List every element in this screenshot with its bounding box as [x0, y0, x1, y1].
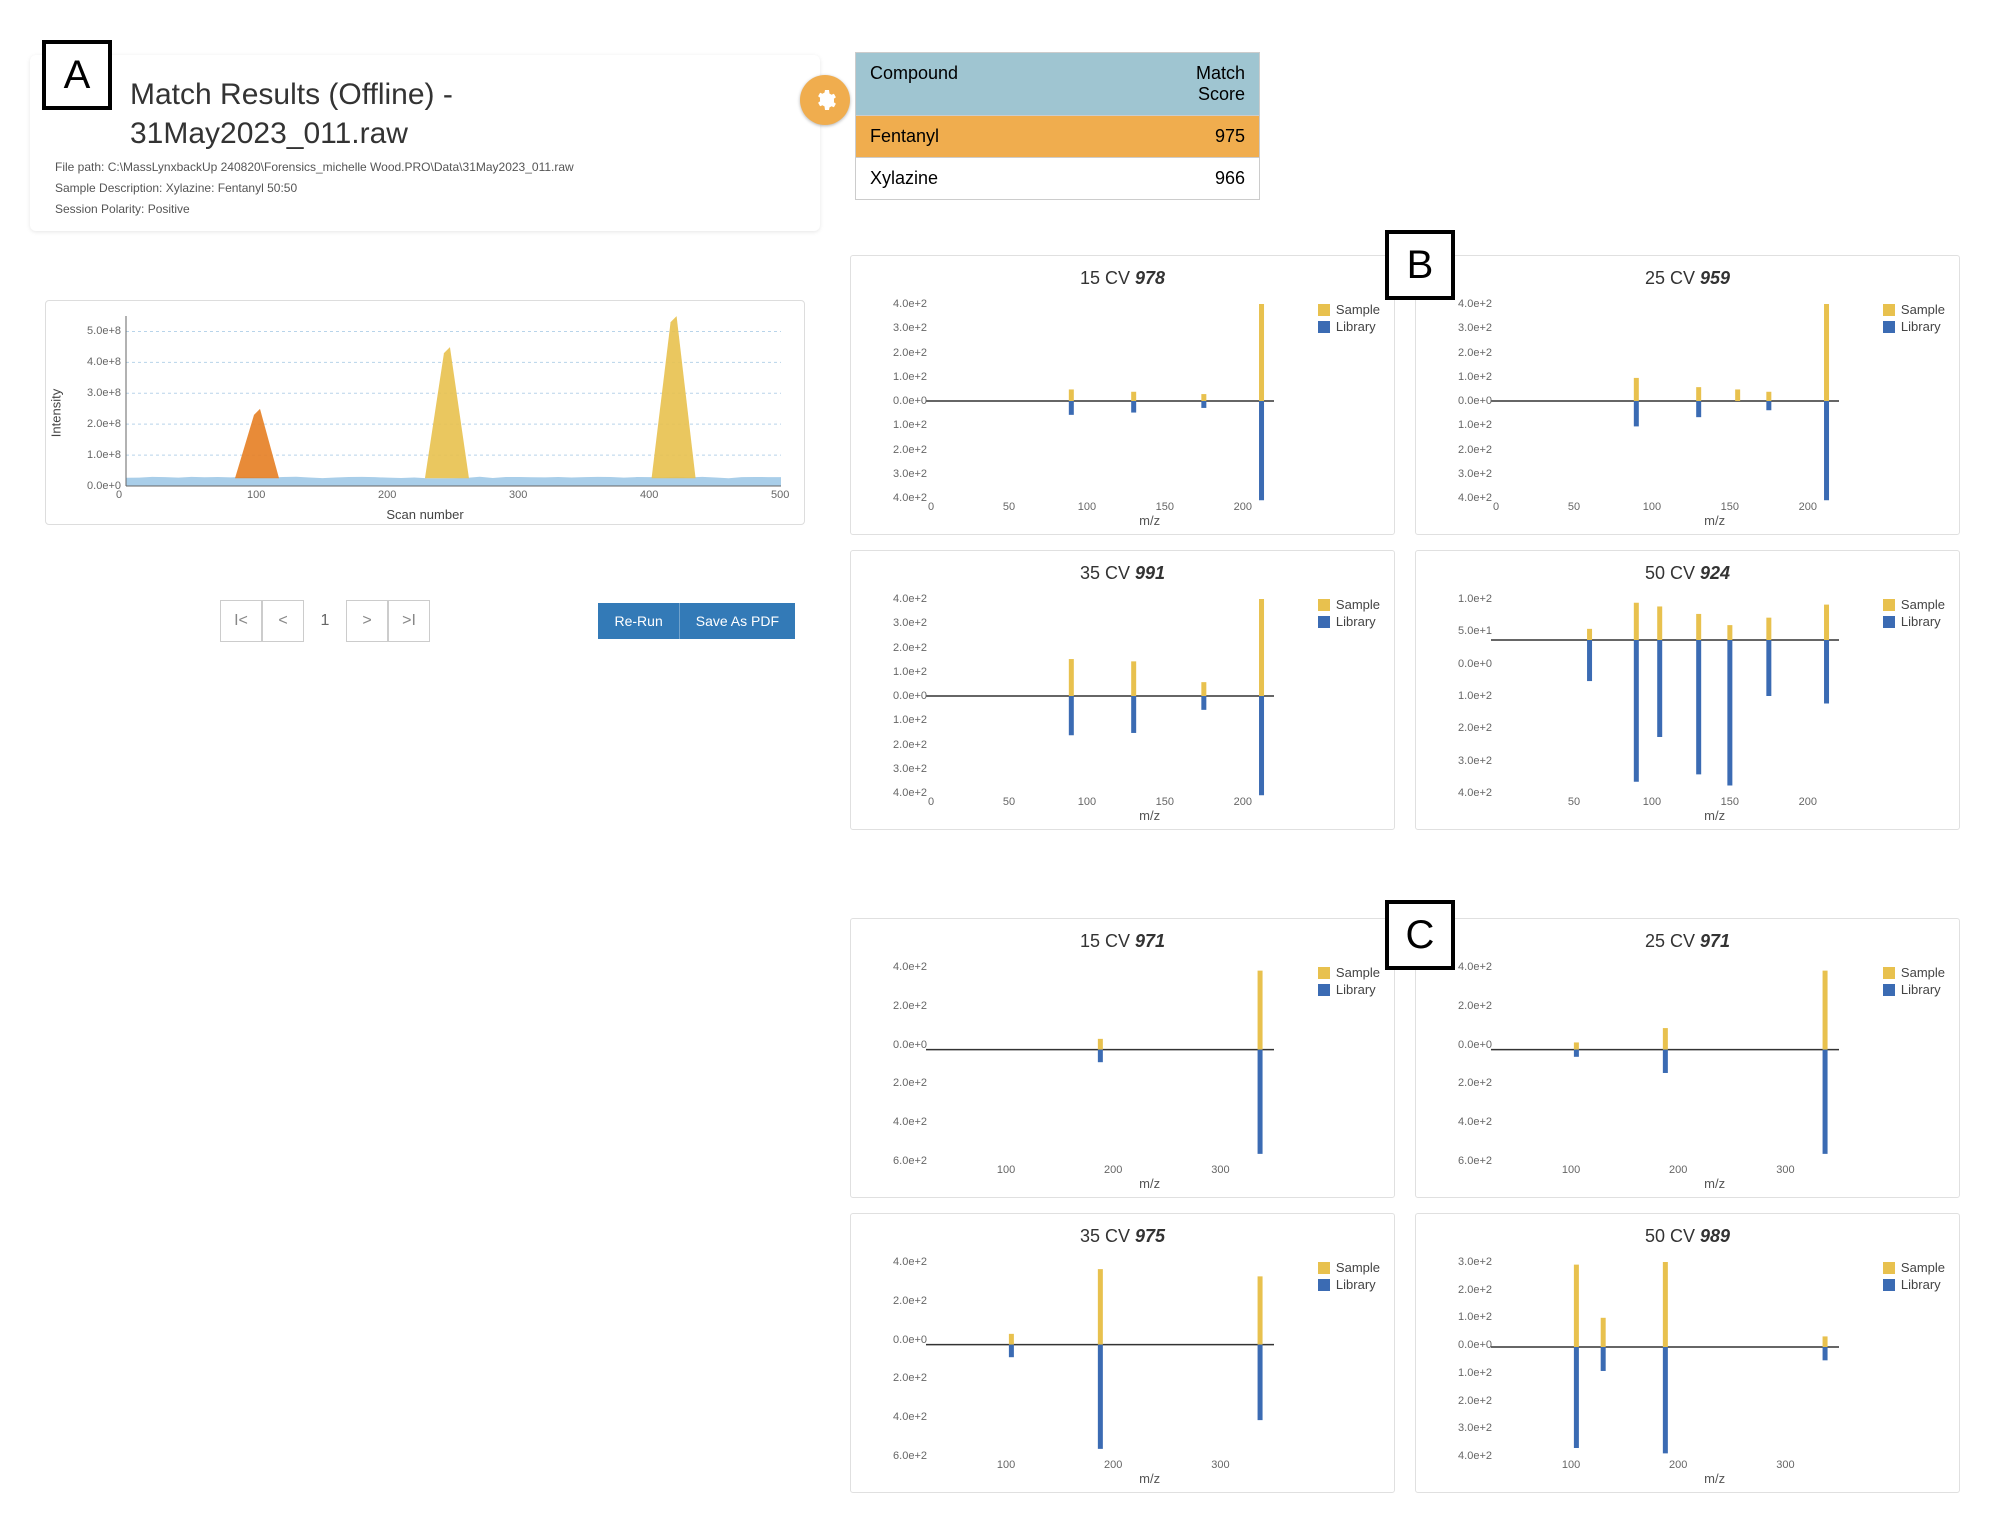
spectrum-plot: 1.0e+25.0e+10.0e+01.0e+22.0e+23.0e+24.0e… — [1496, 599, 1839, 793]
spectrum-card: 25 CV 959 SampleLibrary 4.0e+23.0e+22.0e+2… — [1415, 255, 1960, 535]
spectrum-xlabel: m/z — [1704, 808, 1725, 823]
legend: SampleLibrary — [1883, 302, 1945, 336]
pager-first-button[interactable]: I< — [220, 600, 262, 642]
page-title-line2: 31May2023_011.raw — [130, 114, 795, 153]
spectrum-title: 50 CV 924 — [1426, 563, 1949, 584]
spectrum-plot: 4.0e+23.0e+22.0e+21.0e+20.0e+01.0e+22.0e… — [931, 599, 1274, 793]
legend: SampleLibrary — [1318, 597, 1380, 631]
spectrum-card: 35 CV 975 SampleLibrary 4.0e+22.0e+20.0e+0… — [850, 1213, 1395, 1493]
legend: SampleLibrary — [1318, 965, 1380, 999]
legend: SampleLibrary — [1883, 965, 1945, 999]
compound-name: Xylazine — [856, 158, 1139, 199]
page-title-line1: Match Results (Offline) - — [130, 75, 795, 114]
spectrum-xlabel: m/z — [1139, 513, 1160, 528]
spectrum-grid-b: 15 CV 978 SampleLibrary 4.0e+23.0e+22.0e+2… — [850, 255, 1960, 830]
legend: SampleLibrary — [1318, 302, 1380, 336]
save-as-pdf-button[interactable]: Save As PDF — [679, 603, 795, 639]
spectrum-title: 50 CV 989 — [1426, 1226, 1949, 1247]
gear-icon — [813, 88, 837, 112]
chromatogram-panel: Intensity 0.0e+01.0e+82.0e+83.0e+84.0e+8… — [45, 300, 805, 525]
session-polarity-text: Session Polarity: Positive — [55, 202, 795, 216]
pager-row: I< < 1 > >I Re-Run Save As PDF — [45, 600, 805, 642]
pager-prev-button[interactable]: < — [262, 600, 304, 642]
panel-label-a: A — [42, 40, 112, 110]
legend: SampleLibrary — [1883, 597, 1945, 631]
spectrum-title: 35 CV 991 — [861, 563, 1384, 584]
compound-name: Fentanyl — [856, 116, 1139, 157]
compound-score: 975 — [1139, 116, 1259, 157]
chromatogram-plot: 0.0e+01.0e+82.0e+83.0e+84.0e+85.0e+80100… — [126, 316, 781, 486]
spectrum-card: 50 CV 924 SampleLibrary 1.0e+25.0e+10.0e+0… — [1415, 550, 1960, 830]
spectrum-plot: 4.0e+22.0e+20.0e+02.0e+24.0e+26.0e+21002… — [931, 967, 1274, 1161]
spectrum-xlabel: m/z — [1139, 1176, 1160, 1191]
rerun-button[interactable]: Re-Run — [598, 603, 678, 639]
chrom-xlabel: Scan number — [386, 507, 463, 522]
spectrum-card: 15 CV 978 SampleLibrary 4.0e+23.0e+22.0e+2… — [850, 255, 1395, 535]
spectrum-plot: 4.0e+22.0e+20.0e+02.0e+24.0e+26.0e+21002… — [1496, 967, 1839, 1161]
spectrum-title: 15 CV 971 — [861, 931, 1384, 952]
spectrum-card: 15 CV 971 SampleLibrary 4.0e+22.0e+20.0e+0… — [850, 918, 1395, 1198]
filepath-text: File path: C:\MassLynxbackUp 240820\Fore… — [55, 160, 795, 174]
spectrum-grid-c: 15 CV 971 SampleLibrary 4.0e+22.0e+20.0e+0… — [850, 918, 1960, 1493]
table-row[interactable]: Xylazine 966 — [856, 157, 1259, 199]
settings-gear-button[interactable] — [800, 75, 850, 125]
pager-last-button[interactable]: >I — [388, 600, 430, 642]
pager: I< < 1 > >I — [220, 600, 430, 642]
spectrum-title: 35 CV 975 — [861, 1226, 1384, 1247]
match-results-table: Compound Match Score Fentanyl 975 Xylazi… — [855, 52, 1260, 200]
panel-label-b: B — [1385, 230, 1455, 300]
col-match-score: Match Score — [1139, 53, 1259, 115]
pager-current-page: 1 — [304, 600, 346, 642]
legend: SampleLibrary — [1883, 1260, 1945, 1294]
table-header-row: Compound Match Score — [856, 53, 1259, 115]
spectrum-xlabel: m/z — [1139, 1471, 1160, 1486]
pager-next-button[interactable]: > — [346, 600, 388, 642]
spectrum-card: 35 CV 991 SampleLibrary 4.0e+23.0e+22.0e+2… — [850, 550, 1395, 830]
spectrum-xlabel: m/z — [1704, 1176, 1725, 1191]
spectrum-plot: 4.0e+22.0e+20.0e+02.0e+24.0e+26.0e+21002… — [931, 1262, 1274, 1456]
sample-description-text: Sample Description: Xylazine: Fentanyl 5… — [55, 181, 795, 195]
spectrum-card: 25 CV 971 SampleLibrary 4.0e+22.0e+20.0e+0… — [1415, 918, 1960, 1198]
spectrum-plot: 4.0e+23.0e+22.0e+21.0e+20.0e+01.0e+22.0e… — [1496, 304, 1839, 498]
table-row[interactable]: Fentanyl 975 — [856, 115, 1259, 157]
spectrum-plot: 3.0e+22.0e+21.0e+20.0e+01.0e+22.0e+23.0e… — [1496, 1262, 1839, 1456]
spectrum-title: 25 CV 971 — [1426, 931, 1949, 952]
compound-score: 966 — [1139, 158, 1259, 199]
spectrum-xlabel: m/z — [1139, 808, 1160, 823]
legend: SampleLibrary — [1318, 1260, 1380, 1294]
spectrum-xlabel: m/z — [1704, 513, 1725, 528]
chrom-ylabel: Intensity — [49, 388, 64, 436]
spectrum-title: 15 CV 978 — [861, 268, 1384, 289]
spectrum-xlabel: m/z — [1704, 1471, 1725, 1486]
spectrum-title: 25 CV 959 — [1426, 268, 1949, 289]
spectrum-plot: 4.0e+23.0e+22.0e+21.0e+20.0e+01.0e+22.0e… — [931, 304, 1274, 498]
panel-label-c: C — [1385, 900, 1455, 970]
match-results-header-card: Match Results (Offline) - 31May2023_011.… — [30, 55, 820, 231]
col-compound: Compound — [856, 53, 1139, 115]
spectrum-card: 50 CV 989 SampleLibrary 3.0e+22.0e+21.0e+2… — [1415, 1213, 1960, 1493]
